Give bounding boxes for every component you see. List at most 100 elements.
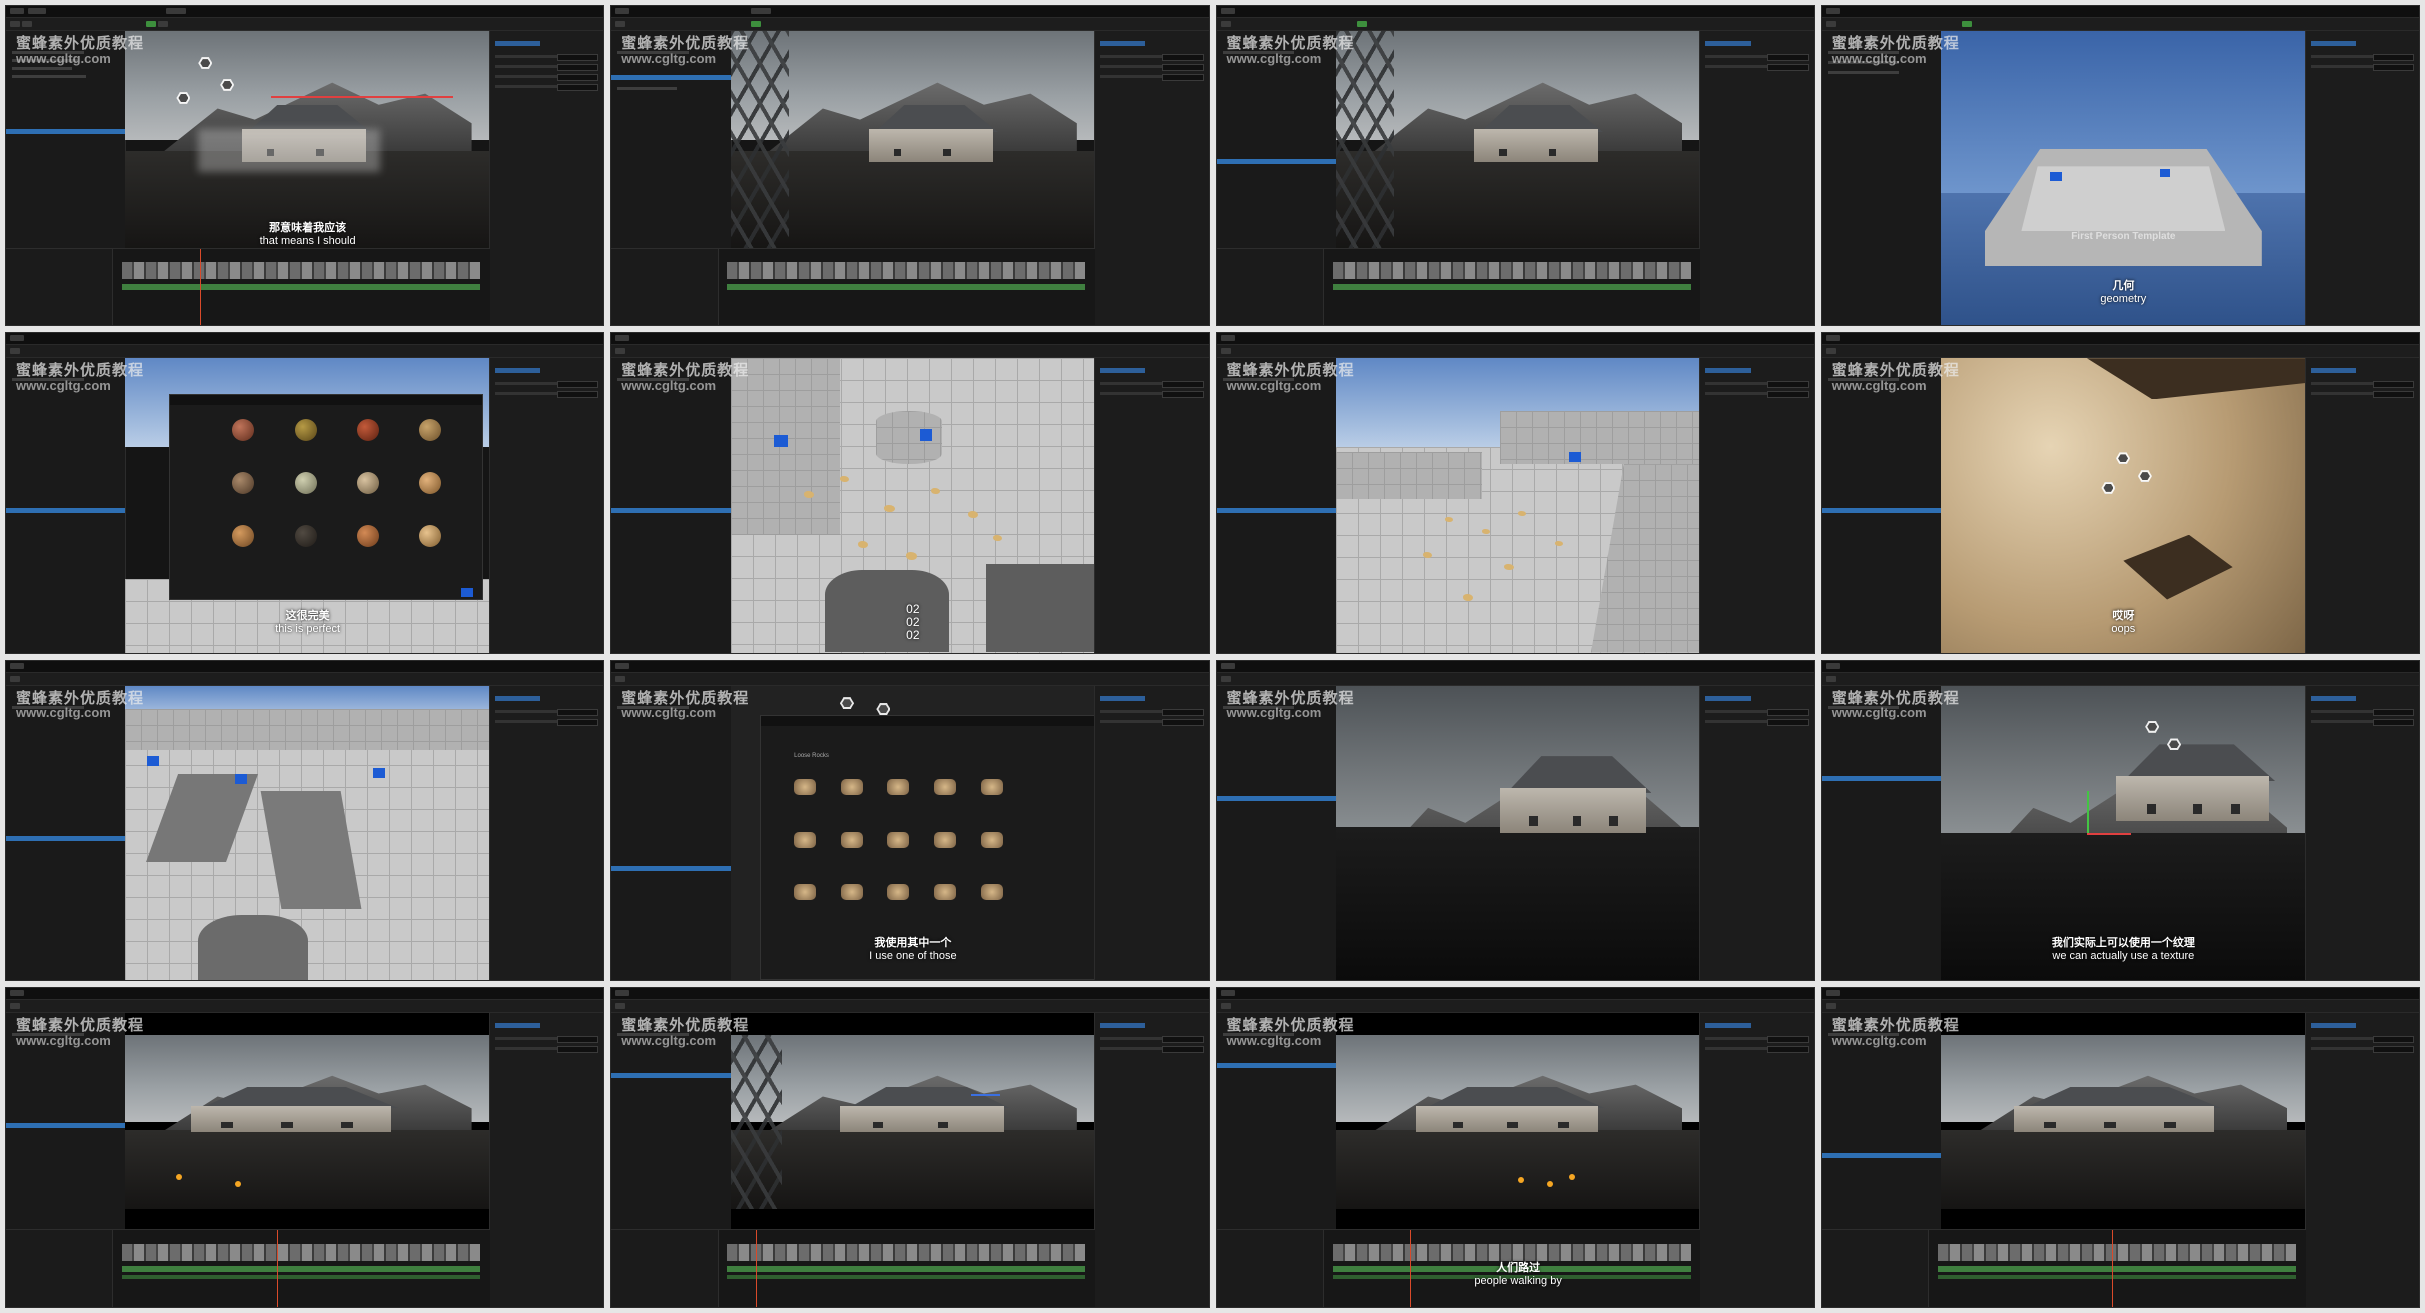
details-panel[interactable]	[488, 1012, 604, 1307]
browser-section-label: Loose Rocks	[794, 752, 829, 759]
toolbar	[6, 345, 604, 359]
viewport[interactable]	[730, 31, 1096, 249]
subtitle: 我们实际上可以使用一个纹理 we can actually use a textu…	[2051, 936, 2195, 962]
viewport[interactable]	[1335, 1012, 1701, 1231]
toolbar	[611, 345, 1209, 359]
frame-8[interactable]: 蜜蜂素外优质教程 www.cgltg.com 哎呀 oops	[1820, 332, 2420, 654]
asset-browser[interactable]	[169, 393, 483, 600]
outliner-panel[interactable]	[6, 685, 127, 980]
details-panel[interactable]	[1094, 685, 1209, 980]
viewport[interactable]	[125, 31, 490, 249]
toolbar	[6, 18, 604, 31]
viewport[interactable]	[125, 1012, 490, 1231]
outliner-panel[interactable]	[1821, 31, 1943, 326]
toolbar	[611, 18, 1209, 31]
details-panel[interactable]	[2304, 31, 2419, 326]
menu-bar	[1216, 6, 1814, 18]
frame-12[interactable]: 蜜蜂素外优质教程 www.cgltg.com 我们实际上可以使用一个纹理 we ca…	[1820, 659, 2420, 981]
toolbar	[6, 672, 604, 686]
frame-14[interactable]: 蜜蜂素外优质教程 www.cgltg.com	[610, 986, 1210, 1308]
details-panel[interactable]	[2304, 358, 2419, 653]
details-panel[interactable]	[488, 31, 604, 326]
menu-bar	[1821, 660, 2419, 673]
menu-bar	[1821, 6, 2419, 18]
outliner-panel[interactable]	[1821, 685, 1943, 980]
menu-bar	[611, 333, 1209, 346]
subtitle: 这很完美 this is perfect	[275, 609, 341, 635]
toolbar	[611, 999, 1209, 1013]
menu-bar	[1216, 987, 1814, 1000]
toolbar	[1821, 18, 2419, 31]
menu-bar	[1821, 987, 2419, 1000]
frame-11[interactable]: 蜜蜂素外优质教程 www.cgltg.com	[1215, 659, 1815, 981]
menu-bar	[6, 333, 604, 346]
toolbar	[611, 672, 1209, 686]
details-panel[interactable]	[1699, 685, 1814, 980]
viewport[interactable]	[730, 1012, 1096, 1231]
toolbar	[1821, 999, 2419, 1013]
menu-bar	[6, 6, 604, 18]
subtitle: 我使用其中一个 I use one of those	[869, 936, 957, 962]
toolbar	[1216, 18, 1814, 31]
details-panel[interactable]	[1699, 358, 1814, 653]
sequencer-timeline[interactable]	[1821, 1229, 2306, 1307]
frame-16[interactable]: 蜜蜂素外优质教程 www.cgltg.com	[1820, 986, 2420, 1308]
details-panel[interactable]	[1094, 31, 1209, 326]
frame-15[interactable]: 蜜蜂素外优质教程 www.cgltg.com 人们路过 people walking…	[1215, 986, 1815, 1308]
subtitle: 人们路过 people walking by	[1474, 1262, 1562, 1287]
outliner-panel[interactable]	[611, 685, 732, 980]
frame-13[interactable]: 蜜蜂素外优质教程 www.cgltg.com	[5, 986, 605, 1308]
subtitle: 02 02 02	[906, 601, 920, 643]
viewport[interactable]	[1335, 685, 1701, 980]
viewport[interactable]	[1941, 1012, 2306, 1231]
sequencer-timeline[interactable]	[611, 247, 1096, 326]
frame-4[interactable]: First Person Template 蜜蜂素外优质教程 www.cgltg.…	[1820, 5, 2420, 327]
toolbar	[6, 999, 604, 1013]
viewport[interactable]	[1335, 358, 1701, 653]
details-panel[interactable]	[488, 358, 604, 653]
menu-bar	[611, 6, 1209, 18]
outliner-panel[interactable]	[6, 358, 127, 653]
menu-bar	[1821, 333, 2419, 346]
frame-3[interactable]: 蜜蜂素外优质教程 www.cgltg.com	[1215, 5, 1815, 327]
menu-bar	[1216, 660, 1814, 673]
menu-bar	[1216, 333, 1814, 346]
details-panel[interactable]	[1094, 358, 1209, 653]
toolbar	[1821, 345, 2419, 359]
frame-2[interactable]: 蜜蜂素外优质教程 www.cgltg.com	[610, 5, 1210, 327]
sequencer-timeline[interactable]	[611, 1229, 1096, 1307]
menu-bar	[6, 660, 604, 673]
viewport[interactable]	[125, 685, 490, 980]
details-panel[interactable]	[2304, 685, 2419, 980]
outliner-panel[interactable]	[1216, 685, 1337, 980]
outliner-panel[interactable]	[611, 358, 732, 653]
subtitle: 那意味着我应该 that means I should	[259, 221, 356, 247]
subtitle: 哎呀 oops	[2111, 609, 2136, 635]
subtitle: 几何 geometry	[2100, 280, 2147, 306]
sequencer-timeline[interactable]	[6, 1229, 490, 1307]
frame-6[interactable]: 蜜蜂素外优质教程 www.cgltg.com 02 02 02	[610, 332, 1210, 654]
toolbar	[1821, 672, 2419, 686]
outliner-panel[interactable]	[1216, 358, 1337, 653]
toolbar	[1216, 672, 1814, 686]
details-panel[interactable]	[488, 685, 604, 980]
sequencer-timeline[interactable]	[6, 247, 490, 326]
frame-10[interactable]: Loose Rocks 蜜蜂素外优质教程 www.cgltg.com 我使用其中一…	[610, 659, 1210, 981]
sequencer-timeline[interactable]	[1216, 247, 1701, 326]
menu-bar	[6, 987, 604, 1000]
outliner-panel[interactable]	[1821, 358, 1943, 653]
template-label: First Person Template	[2071, 231, 2176, 243]
menu-bar	[611, 987, 1209, 1000]
details-panel[interactable]	[2304, 1012, 2419, 1307]
frame-7[interactable]: 蜜蜂素外优质教程 www.cgltg.com	[1215, 332, 1815, 654]
frame-5[interactable]: 蜜蜂素外优质教程 www.cgltg.com 这很完美 this is perfec…	[5, 332, 605, 654]
details-panel[interactable]	[1094, 1012, 1209, 1307]
viewport[interactable]	[1335, 31, 1701, 249]
details-panel[interactable]	[1699, 1012, 1814, 1307]
toolbar	[1216, 999, 1814, 1013]
details-panel[interactable]	[1699, 31, 1814, 326]
toolbar	[1216, 345, 1814, 359]
frame-1[interactable]: 蜜蜂素外优质教程 www.cgltg.com 那意味着我应该 that means …	[5, 5, 605, 327]
menu-bar	[611, 660, 1209, 673]
frame-9[interactable]: 蜜蜂素外优质教程 www.cgltg.com	[5, 659, 605, 981]
